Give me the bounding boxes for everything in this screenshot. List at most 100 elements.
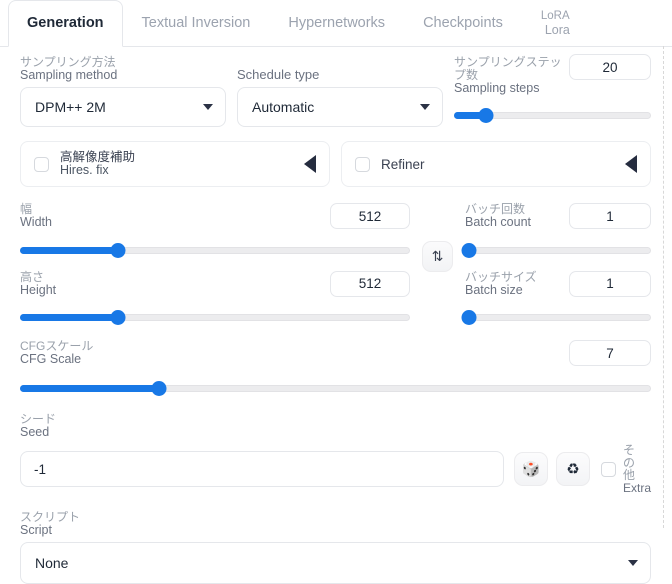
slider-thumb[interactable]	[110, 242, 125, 258]
script-label-ja: スクリプト	[20, 509, 81, 524]
sampling-method-label: サンプリング方法 Sampling method	[20, 56, 226, 82]
batch-count-label-en: Batch count	[465, 215, 532, 230]
cfg-scale-label-ja: CFGスケール	[20, 339, 94, 354]
sampling-steps-group: サンプリングステップ数 Sampling steps 20	[454, 54, 651, 124]
schedule-type-group: Schedule type Automatic	[237, 56, 443, 128]
width-slider[interactable]	[20, 242, 410, 258]
sampling-method-value: DPM++ 2M	[35, 99, 106, 116]
slider-thumb[interactable]	[110, 310, 125, 326]
height-label-ja: 高さ	[20, 269, 45, 284]
slider-thumb[interactable]	[461, 310, 477, 326]
dimensions-group: 幅 Width 512 高さ Height 512	[20, 203, 410, 326]
seed-value: -1	[34, 461, 47, 477]
batch-count-input[interactable]: 1	[569, 203, 651, 230]
collapse-left-triangle-icon[interactable]	[304, 155, 316, 174]
slider-fill	[20, 384, 159, 392]
chevron-down-icon	[420, 104, 430, 111]
sampling-method-label-ja: サンプリング方法	[20, 55, 116, 69]
tab-lora-label-ja: LoRA	[540, 10, 570, 23]
batch-count-label: バッチ回数 Batch count	[465, 203, 569, 229]
width-label-ja: 幅	[20, 202, 33, 217]
batch-size-slider[interactable]	[461, 309, 651, 326]
height-label-en: Height	[20, 282, 57, 297]
sampling-steps-slider[interactable]	[454, 107, 651, 124]
dice-icon: 🎲	[521, 461, 541, 479]
slider-track	[465, 314, 651, 322]
tab-hypernetworks[interactable]: Hypernetworks	[269, 0, 404, 46]
script-select[interactable]: None	[20, 542, 651, 584]
slider-thumb[interactable]	[151, 380, 167, 396]
batch-size-input[interactable]: 1	[569, 270, 651, 297]
swap-dimensions-icon: ⇅	[431, 248, 444, 265]
extra-seed-checkbox[interactable]	[600, 461, 616, 477]
schedule-type-select[interactable]: Automatic	[237, 87, 443, 128]
cfg-scale-slider[interactable]	[20, 380, 651, 396]
tab-generation-label: Generation	[27, 15, 104, 32]
swap-dimensions-button[interactable]: ⇅	[422, 241, 453, 273]
slider-fill	[20, 314, 118, 322]
collapse-left-triangle-icon[interactable]	[625, 155, 637, 174]
width-label: 幅 Width	[20, 203, 330, 229]
sampling-steps-label: サンプリングステップ数 Sampling steps	[454, 56, 569, 95]
tab-lora-label-en: Lora	[544, 22, 570, 37]
extra-seed-label: その他 Extra	[623, 444, 651, 494]
random-seed-button[interactable]: 🎲	[513, 452, 548, 487]
schedule-type-label: Schedule type	[237, 56, 443, 82]
batch-group: バッチ回数 Batch count 1 バッチサイズ Batch size 1	[461, 203, 651, 326]
slider-fill	[20, 246, 118, 254]
generation-settings-panel: サンプリング方法 Sampling method DPM++ 2M Schedu…	[8, 46, 664, 584]
script-label-en: Script	[20, 522, 52, 537]
seed-label-ja: シード	[20, 411, 57, 426]
width-value: 512	[358, 208, 382, 224]
txt2img-generation-panel: Generation Textual Inversion Hypernetwor…	[0, 0, 672, 584]
cfg-scale-label-en: CFG Scale	[20, 352, 82, 367]
extra-seed-label-ja: その他	[622, 443, 635, 483]
hires-fix-checkbox[interactable]	[34, 156, 49, 172]
cfg-scale-value: 7	[606, 345, 614, 361]
sampling-steps-input[interactable]: 20	[569, 54, 651, 80]
batch-size-label: バッチサイズ Batch size	[465, 269, 569, 297]
width-label-en: Width	[20, 215, 52, 230]
tab-textual-inversion[interactable]: Textual Inversion	[123, 0, 270, 46]
refiner-label: Refiner	[381, 156, 425, 173]
sampling-method-select[interactable]: DPM++ 2M	[20, 87, 226, 128]
cfg-scale-group: CFGスケール CFG Scale 7	[20, 340, 651, 396]
sampling-steps-value: 20	[602, 59, 618, 75]
hires-fix-label: 高解像度補助 Hires. fix	[60, 150, 135, 178]
cfg-scale-input[interactable]: 7	[569, 340, 651, 367]
cfg-scale-label: CFGスケール CFG Scale	[20, 340, 569, 366]
height-slider[interactable]	[20, 309, 410, 326]
extra-seed-label-en: Extra	[622, 481, 651, 496]
height-value: 512	[358, 276, 382, 292]
hires-fix-accordion[interactable]: 高解像度補助 Hires. fix	[20, 141, 330, 188]
tab-lora[interactable]: LoRA Lora	[522, 0, 589, 46]
sampling-steps-label-en: Sampling steps	[454, 80, 540, 95]
tab-bar: Generation Textual Inversion Hypernetwor…	[0, 0, 672, 47]
schedule-type-label-en: Schedule type	[237, 67, 320, 82]
refiner-label-en: Refiner	[381, 156, 425, 172]
batch-size-value: 1	[606, 276, 614, 292]
refiner-accordion[interactable]: Refiner	[341, 141, 651, 188]
batch-size-label-ja: バッチサイズ	[465, 269, 537, 284]
swap-dimensions-wrap: ⇅	[410, 203, 465, 273]
height-label: 高さ Height	[20, 269, 330, 297]
sampling-method-group: サンプリング方法 Sampling method DPM++ 2M	[20, 56, 226, 128]
reuse-seed-button[interactable]: ♻	[555, 452, 590, 487]
slider-thumb[interactable]	[461, 242, 477, 258]
seed-input[interactable]: -1	[20, 451, 504, 488]
recycle-icon: ♻	[566, 461, 580, 479]
batch-count-slider[interactable]	[461, 242, 651, 258]
schedule-type-value: Automatic	[252, 99, 315, 116]
script-value: None	[35, 555, 69, 572]
width-input[interactable]: 512	[330, 203, 410, 230]
slider-thumb[interactable]	[478, 108, 494, 124]
tab-checkpoints-label: Checkpoints	[423, 15, 503, 32]
tab-checkpoints[interactable]: Checkpoints	[404, 0, 522, 46]
height-input[interactable]: 512	[330, 270, 410, 297]
sampling-steps-label-ja: サンプリングステップ数	[454, 55, 562, 82]
script-label: スクリプト Script	[20, 509, 651, 537]
script-group: スクリプト Script None	[20, 509, 651, 584]
tab-generation[interactable]: Generation	[8, 0, 123, 47]
chevron-down-icon	[203, 104, 213, 111]
refiner-checkbox[interactable]	[355, 156, 370, 172]
